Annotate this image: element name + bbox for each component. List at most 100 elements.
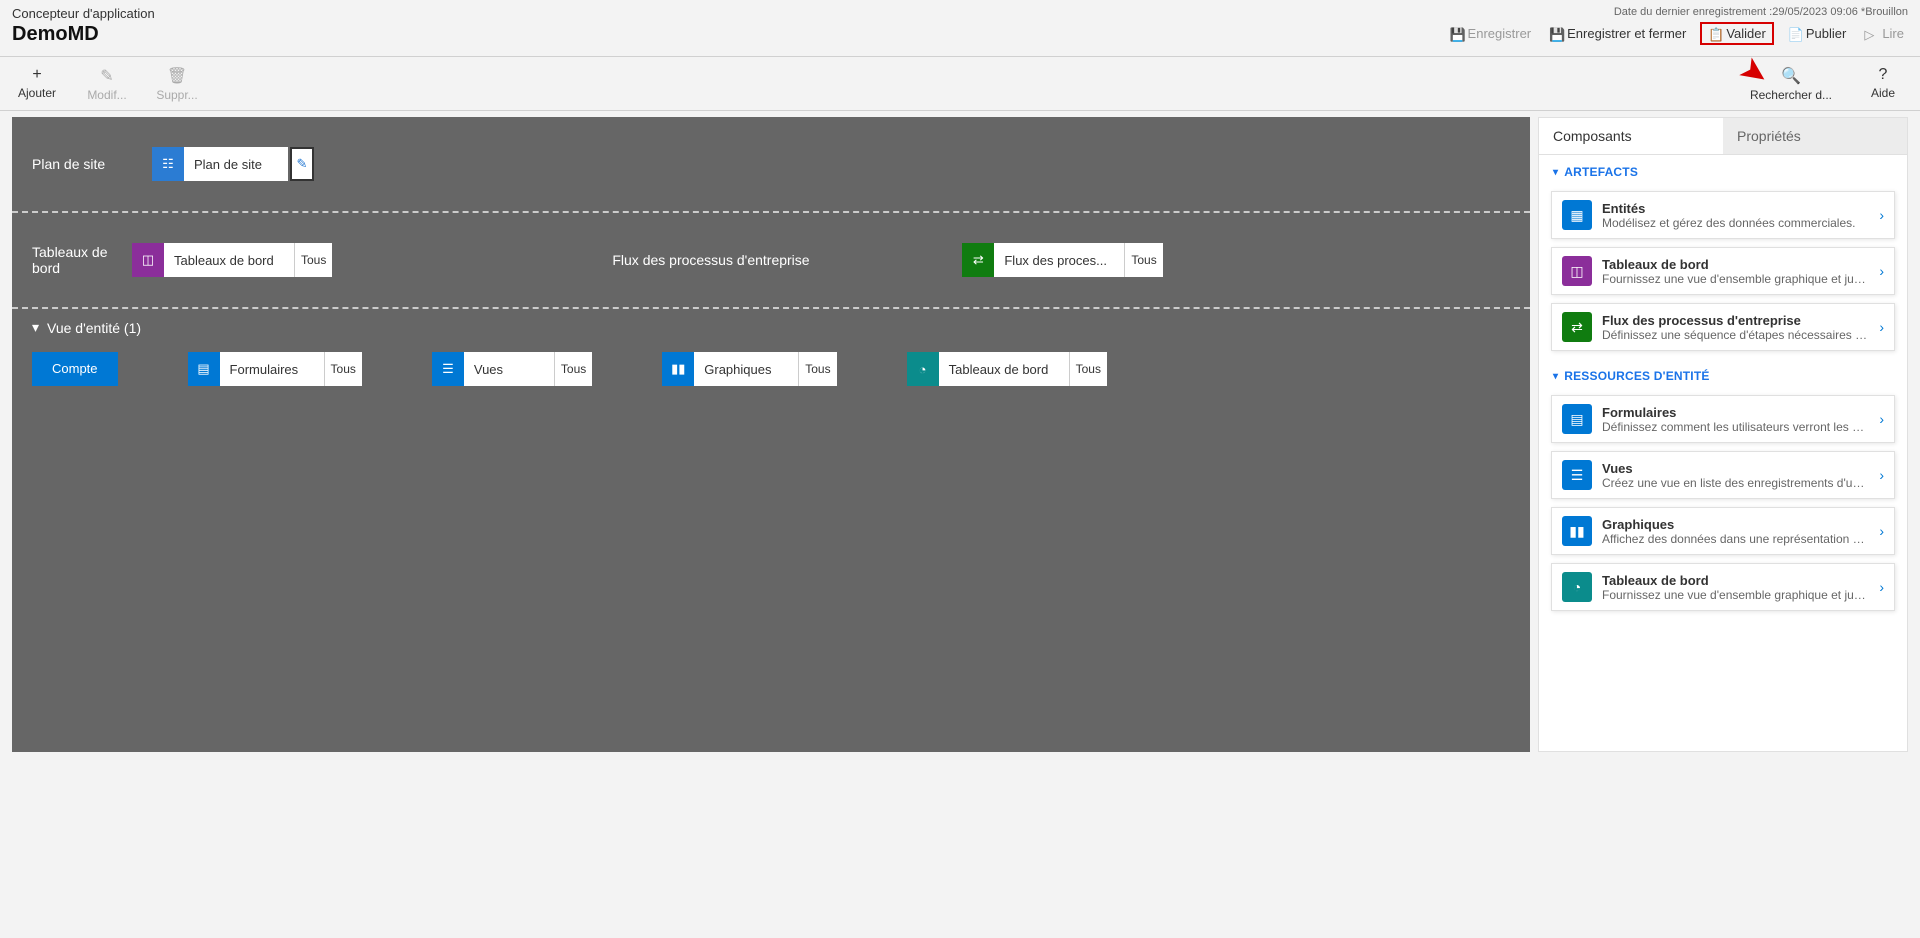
publish-button[interactable]: 📄 Publier [1784,24,1850,43]
sidebar: Composants Propriétés ▾ ARTEFACTS ▦ Enti… [1538,117,1908,752]
app-title: DemoMD [12,23,155,46]
command-bar: + Ajouter ✎ Modif... 🗑 Suppr... 🔍 Recher… [0,57,1920,111]
card-title: Entités [1602,201,1869,216]
edit-label: Modif... [87,88,126,102]
card-title: Graphiques [1602,517,1869,532]
chevron-down-icon: ▾ [1553,371,1558,382]
save-label: Enregistrer [1468,26,1532,41]
pencil-icon: ✎ [100,66,113,86]
sitemap-tile-label: Plan de site [184,147,288,181]
section-artifacts-label: ARTEFACTS [1564,165,1638,179]
card-desc: Définissez comment les utilisateurs verr… [1602,420,1869,434]
dashboards-tile[interactable]: ◫ Tableaux de bord Tous [132,243,332,277]
help-button[interactable]: ? Aide [1860,66,1906,102]
card-entity-dashboards[interactable]: ◔ Tableaux de bord Fournissez une vue d'… [1551,563,1895,611]
add-label: Ajouter [18,86,56,100]
entity-dashboards-tile[interactable]: ◔ Tableaux de bord Tous [907,352,1107,386]
search-label: Rechercher d... [1750,88,1832,102]
flow-icon: ⇄ [1562,312,1592,342]
card-dashboards[interactable]: ◫ Tableaux de bord Fournissez une vue d'… [1551,247,1895,295]
form-icon: ▤ [1562,404,1592,434]
card-charts[interactable]: ▮▮ Graphiques Affichez des données dans … [1551,507,1895,555]
trash-icon: 🗑 [167,66,187,86]
last-saved-text: Date du dernier enregistrement :29/05/20… [1614,6,1908,18]
card-desc: Créez une vue en liste des enregistremen… [1602,476,1869,490]
save-close-button[interactable]: 💾 Enregistrer et fermer [1545,24,1690,43]
section-artifacts-header[interactable]: ▾ ARTEFACTS [1553,165,1893,179]
card-desc: Définissez une séquence d'étapes nécessa… [1602,328,1869,342]
card-title: Tableaux de bord [1602,573,1869,588]
card-title: Flux des processus d'entreprise [1602,313,1869,328]
help-icon: ? [1879,66,1888,84]
chevron-right-icon: › [1879,207,1884,223]
top-actions: 💾 Enregistrer 💾 Enregistrer et fermer 📋 … [1446,22,1908,45]
section-entity-resources-label: RESSOURCES D'ENTITÉ [1564,369,1709,383]
card-views[interactable]: ☰ Vues Créez une vue en liste des enregi… [1551,451,1895,499]
read-button[interactable]: ▷ Lire [1860,24,1908,43]
card-entities[interactable]: ▦ Entités Modélisez et gérez des données… [1551,191,1895,239]
delete-button[interactable]: 🗑 Suppr... [154,66,200,102]
chart-icon: ▮▮ [1562,516,1592,546]
card-title: Tableaux de bord [1602,257,1869,272]
card-bpf[interactable]: ⇄ Flux des processus d'entreprise Défini… [1551,303,1895,351]
chevron-right-icon: › [1879,523,1884,539]
card-title: Vues [1602,461,1869,476]
views-tile[interactable]: ☰ Vues Tous [432,352,592,386]
search-icon: 🔍 [1781,66,1801,86]
dashboard-icon: ◫ [1562,256,1592,286]
gauge-icon: ◔ [1562,572,1592,602]
dashboards-label: Tableaux de bord [32,244,112,276]
entity-view-toggle[interactable]: ▾ Vue d'entité (1) [32,319,141,336]
charts-tile[interactable]: ▮▮ Graphiques Tous [662,352,836,386]
section-entity-resources-header[interactable]: ▾ RESSOURCES D'ENTITÉ [1553,369,1893,383]
save-close-label: Enregistrer et fermer [1567,26,1686,41]
add-button[interactable]: + Ajouter [14,66,60,102]
form-icon: ▤ [188,352,220,386]
save-icon: 💾 [1450,27,1464,41]
save-close-icon: 💾 [1549,27,1563,41]
chevron-right-icon: › [1879,467,1884,483]
views-count: Tous [554,352,592,386]
chevron-right-icon: › [1879,411,1884,427]
entity-compte-button[interactable]: Compte [32,352,118,386]
sitemap-label: Plan de site [32,156,122,172]
read-label: Lire [1882,26,1904,41]
play-icon: ▷ [1864,27,1878,41]
app-subtitle: Concepteur d'application [12,6,155,21]
card-title: Formulaires [1602,405,1869,420]
publish-icon: 📄 [1788,27,1802,41]
designer-canvas: Plan de site ☷ Plan de site ✎ Tableaux d… [12,117,1530,752]
bpf-tile-label: Flux des proces... [994,243,1124,277]
forms-count: Tous [324,352,362,386]
charts-tile-label: Graphiques [694,352,798,386]
chart-icon: ▮▮ [662,352,694,386]
forms-tile-label: Formulaires [220,352,324,386]
chevron-right-icon: › [1879,579,1884,595]
tab-components[interactable]: Composants [1539,118,1723,155]
plus-icon: + [32,66,41,84]
views-tile-label: Vues [464,352,554,386]
bpf-count: Tous [1124,243,1162,277]
dashboards-tile-label: Tableaux de bord [164,243,294,277]
bpf-label: Flux des processus d'entreprise [612,252,812,268]
view-icon: ☰ [1562,460,1592,490]
sitemap-tile[interactable]: ☷ Plan de site [152,147,288,181]
edit-button[interactable]: ✎ Modif... [84,66,130,102]
validate-label: Valider [1726,26,1766,41]
entity-icon: ▦ [1562,200,1592,230]
view-icon: ☰ [432,352,464,386]
save-button[interactable]: 💾 Enregistrer [1446,24,1536,43]
sitemap-edit-button[interactable]: ✎ [290,147,314,181]
gauge-icon: ◔ [907,352,939,386]
chevron-down-icon: ▾ [32,319,39,336]
charts-count: Tous [798,352,836,386]
tab-properties[interactable]: Propriétés [1723,118,1907,155]
entity-dashboards-count: Tous [1069,352,1107,386]
validate-button[interactable]: 📋 Valider [1700,22,1774,45]
validate-icon: 📋 [1708,27,1722,41]
card-forms[interactable]: ▤ Formulaires Définissez comment les uti… [1551,395,1895,443]
dashboards-count: Tous [294,243,332,277]
chevron-right-icon: › [1879,319,1884,335]
bpf-tile[interactable]: ⇄ Flux des proces... Tous [962,243,1162,277]
forms-tile[interactable]: ▤ Formulaires Tous [188,352,362,386]
